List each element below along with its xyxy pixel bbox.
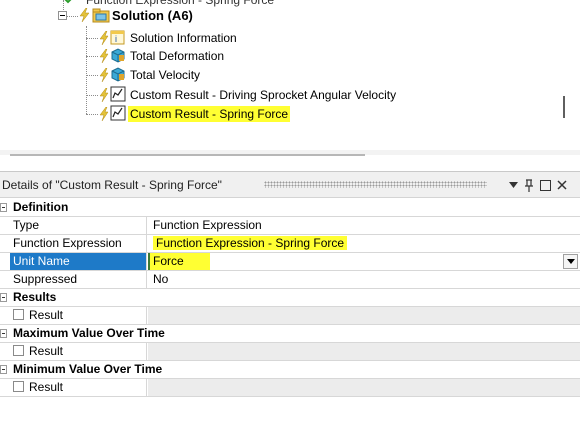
lightning-icon xyxy=(99,31,109,45)
collapse-icon[interactable] xyxy=(0,329,7,338)
solution-info-icon: i xyxy=(110,30,125,45)
tree-item-total-deformation[interactable]: Total Deformation xyxy=(128,47,226,65)
property-row-function-expression[interactable]: Function Expression Function Expression … xyxy=(0,235,580,253)
category-results[interactable]: Results xyxy=(0,289,580,307)
lightning-icon xyxy=(99,68,109,82)
check-icon xyxy=(64,0,72,4)
solution-folder-icon xyxy=(92,8,110,23)
close-button[interactable] xyxy=(554,175,570,195)
maximize-button[interactable] xyxy=(537,175,553,195)
collapse-icon[interactable] xyxy=(0,203,7,212)
tree-item-custom-result-sprocket[interactable]: Custom Result - Driving Sprocket Angular… xyxy=(128,86,398,104)
collapse-icon[interactable] xyxy=(0,365,7,374)
parameter-checkbox[interactable] xyxy=(13,381,24,392)
outline-tree: Function Expression - Spring Force Solut… xyxy=(0,0,580,140)
property-row-min-result[interactable]: Result xyxy=(0,379,580,397)
custom-result-icon xyxy=(110,86,126,102)
lightning-icon xyxy=(99,49,109,63)
lightning-icon xyxy=(99,88,109,102)
details-grid: Definition Type Function Expression Func… xyxy=(0,199,580,397)
dropdown-arrow-button[interactable] xyxy=(563,254,578,269)
collapse-solution-button[interactable] xyxy=(58,11,67,20)
deformation-result-icon xyxy=(111,48,125,63)
tree-item-custom-result-spring-force[interactable]: Custom Result - Spring Force xyxy=(128,105,291,123)
parameter-checkbox[interactable] xyxy=(13,309,24,320)
custom-result-icon xyxy=(110,105,126,121)
details-titlebar: Details of "Custom Result - Spring Force… xyxy=(0,172,580,198)
unit-name-dropdown[interactable]: Force xyxy=(148,253,580,270)
velocity-result-icon xyxy=(111,67,125,82)
tree-item-solution[interactable]: Solution (A6) xyxy=(110,7,195,25)
panel-menu-button[interactable] xyxy=(505,175,521,195)
category-minimum-value-over-time[interactable]: Minimum Value Over Time xyxy=(0,361,580,379)
property-row-suppressed[interactable]: Suppressed No xyxy=(0,271,580,289)
category-definition[interactable]: Definition xyxy=(0,199,580,217)
property-row-unit-name[interactable]: Unit Name Force xyxy=(0,253,580,271)
parameter-checkbox[interactable] xyxy=(13,345,24,356)
maximize-icon xyxy=(539,179,551,191)
panel-splitter[interactable] xyxy=(0,150,580,156)
category-maximum-value-over-time[interactable]: Maximum Value Over Time xyxy=(0,325,580,343)
lightning-icon xyxy=(79,8,90,22)
tree-item-solution-information[interactable]: Solution Information xyxy=(128,29,239,47)
details-panel: Details of "Custom Result - Spring Force… xyxy=(0,171,580,443)
details-title: Details of "Custom Result - Spring Force… xyxy=(2,178,222,192)
property-row-type[interactable]: Type Function Expression xyxy=(0,217,580,235)
scrollbar-thumb[interactable] xyxy=(563,96,565,118)
tree-item-total-velocity[interactable]: Total Velocity xyxy=(128,66,202,84)
close-icon xyxy=(557,180,567,190)
collapse-icon[interactable] xyxy=(0,293,7,302)
property-row-result[interactable]: Result xyxy=(0,307,580,325)
chevron-down-icon xyxy=(566,259,575,264)
pin-button[interactable] xyxy=(521,175,537,195)
pin-icon xyxy=(525,178,533,192)
chevron-down-icon xyxy=(508,182,518,188)
titlebar-grip[interactable] xyxy=(264,181,487,188)
svg-text:i: i xyxy=(115,34,117,44)
lightning-icon xyxy=(99,107,109,121)
property-row-max-result[interactable]: Result xyxy=(0,343,580,361)
